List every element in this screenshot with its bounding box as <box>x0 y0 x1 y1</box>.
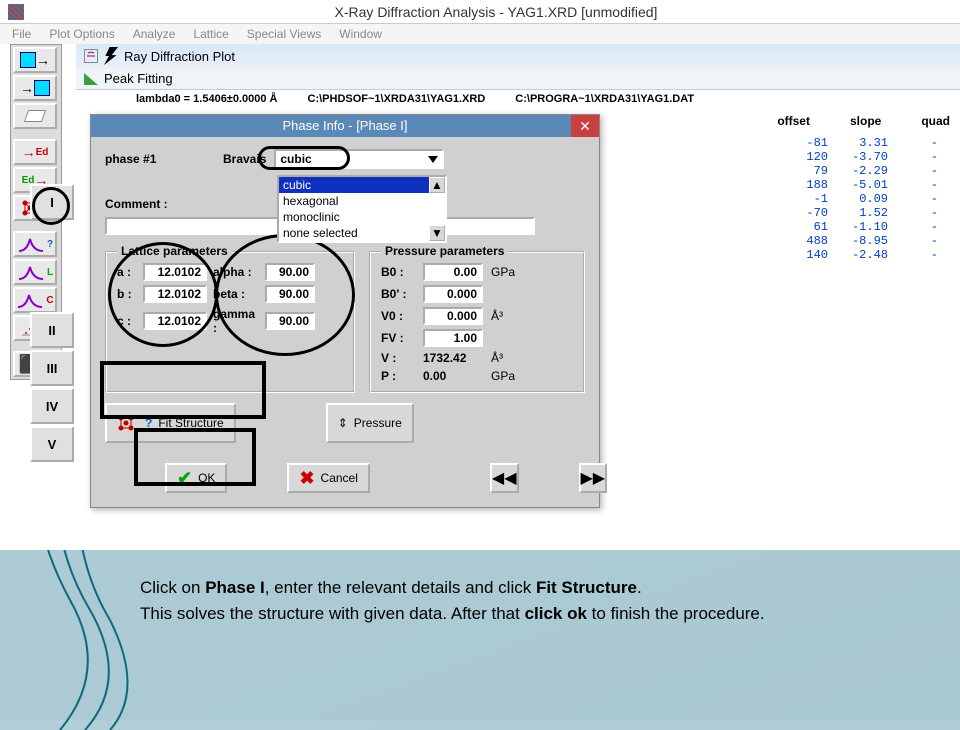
data-table: -813.31-120-3.70-79-2.29-188-5.01--10.09… <box>790 136 950 262</box>
menu-plot[interactable]: Plot Options <box>49 27 114 41</box>
v0-input[interactable] <box>423 307 483 325</box>
menu-analyze[interactable]: Analyze <box>133 27 176 41</box>
c-input[interactable] <box>143 312 207 330</box>
bravais-label: Bravais <box>223 152 266 166</box>
check-icon: ✔ <box>177 468 192 489</box>
bravais-option-hexagonal[interactable]: hexagonal <box>279 193 445 209</box>
table-row: 488-8.95- <box>790 234 950 248</box>
doc-header-peak: Peak Fitting <box>76 68 960 90</box>
peak-title: Peak Fitting <box>104 71 173 86</box>
table-row: 79-2.29- <box>790 164 950 178</box>
menu-special[interactable]: Special Views <box>247 27 321 41</box>
caption: Click on Phase I, enter the relevant det… <box>140 575 900 626</box>
bravais-select[interactable]: cubic <box>274 149 444 169</box>
table-row: -10.09- <box>790 192 950 206</box>
gamma-input[interactable] <box>265 312 315 330</box>
dialog-title: Phase Info - [Phase I] ✕ <box>91 115 599 137</box>
menu-file[interactable]: File <box>12 27 31 41</box>
hdr-slope: slope <box>850 114 881 128</box>
phase-tab-4[interactable]: IV <box>30 388 74 424</box>
ed-import-button[interactable]: →Ed <box>13 139 57 165</box>
prev-button[interactable]: ◀◀ <box>490 463 519 493</box>
hdr-offset: offset <box>777 114 810 128</box>
table-row: 120-3.70- <box>790 150 950 164</box>
close-box[interactable] <box>84 49 98 63</box>
scroll-up-icon[interactable]: ▲ <box>429 177 445 193</box>
phase-tab-2[interactable]: II <box>30 312 74 348</box>
b0-input[interactable] <box>423 263 483 281</box>
table-row: 188-5.01- <box>790 178 950 192</box>
path1: C:\PHDSOF~1\XRDA31\YAG1.XRD <box>308 93 486 105</box>
table-row: -813.31- <box>790 136 950 150</box>
p-value: 0.00 <box>423 369 483 383</box>
table-row: -701.52- <box>790 206 950 220</box>
fit-structure-button[interactable]: ? Fit Structure <box>105 403 236 443</box>
save-out-button[interactable]: → <box>13 47 57 73</box>
ok-button[interactable]: ✔OK <box>165 463 227 493</box>
titlebar: X-Ray Diffraction Analysis - YAG1.XRD [u… <box>0 0 960 24</box>
b0p-input[interactable] <box>423 285 483 303</box>
workspace: Ray Diffraction Plot Peak Fitting lambda… <box>0 44 960 550</box>
lambda-label: lambda0 = 1.5406±0.0000 Å <box>136 93 278 105</box>
a-input[interactable] <box>143 263 207 281</box>
window-title: X-Ray Diffraction Analysis - YAG1.XRD [u… <box>32 4 960 20</box>
eraser-button[interactable] <box>13 103 57 129</box>
v-value: 1732.42 <box>423 351 483 365</box>
x-icon: ✖ <box>299 468 314 489</box>
phase-tab-3[interactable]: III <box>30 350 74 386</box>
menu-lattice[interactable]: Lattice <box>193 27 228 41</box>
bravais-value: cubic <box>280 152 311 166</box>
save-in-button[interactable]: → <box>13 75 57 101</box>
bravais-option-monoclinic[interactable]: monoclinic <box>279 209 445 225</box>
pressure-icon: ⇕ <box>338 416 348 430</box>
dialog-close-button[interactable]: ✕ <box>571 115 599 137</box>
path2: C:\PROGRA~1\XRDA31\YAG1.DAT <box>515 93 694 105</box>
phase-label: phase #1 <box>105 152 215 166</box>
pressure-title: Pressure parameters <box>381 244 508 258</box>
wedge-icon <box>84 73 98 85</box>
bravais-option-none[interactable]: none selected <box>279 225 445 241</box>
hdr-quad: quad <box>921 114 950 128</box>
structure-icon <box>117 414 139 432</box>
app-icon <box>8 4 24 20</box>
phase-tab-1[interactable]: I <box>30 184 74 220</box>
menubar[interactable]: File Plot Options Analyze Lattice Specia… <box>0 24 960 44</box>
beta-input[interactable] <box>265 285 315 303</box>
plot-title: Ray Diffraction Plot <box>124 49 235 64</box>
table-row: 61-1.10- <box>790 220 950 234</box>
doc-header-plot: Ray Diffraction Plot <box>76 44 960 68</box>
phase-info-dialog: Phase Info - [Phase I] ✕ phase #1 Bravai… <box>90 114 600 508</box>
bolt-icon <box>104 47 118 65</box>
next-button[interactable]: ▶▶ <box>579 463 608 493</box>
comment-label: Comment : <box>105 197 189 211</box>
table-row: 140-2.48- <box>790 248 950 262</box>
pressure-group: Pressure parameters B0 :GPa B0' : V0 :Å³… <box>369 251 585 393</box>
scroll-down-icon[interactable]: ▼ <box>429 225 445 241</box>
phase-tabs: I II III IV V <box>30 184 80 464</box>
alpha-input[interactable] <box>265 263 315 281</box>
fv-input[interactable] <box>423 329 483 347</box>
info-line: lambda0 = 1.5406±0.0000 Å C:\PHDSOF~1\XR… <box>76 90 960 108</box>
lattice-title: Lattice parameters <box>117 244 232 258</box>
lattice-group: Lattice parameters a : alpha : b : beta … <box>105 251 355 393</box>
bravais-option-cubic[interactable]: cubic <box>279 177 445 193</box>
app-window: X-Ray Diffraction Analysis - YAG1.XRD [u… <box>0 0 960 550</box>
data-headers: offset slope quad <box>777 114 950 128</box>
pressure-button[interactable]: ⇕Pressure <box>326 403 414 443</box>
cancel-button[interactable]: ✖Cancel <box>287 463 369 493</box>
b-input[interactable] <box>143 285 207 303</box>
bravais-dropdown[interactable]: cubic hexagonal monoclinic none selected… <box>277 175 447 243</box>
menu-window[interactable]: Window <box>339 27 382 41</box>
chevron-down-icon <box>428 156 438 163</box>
phase-tab-5[interactable]: V <box>30 426 74 462</box>
